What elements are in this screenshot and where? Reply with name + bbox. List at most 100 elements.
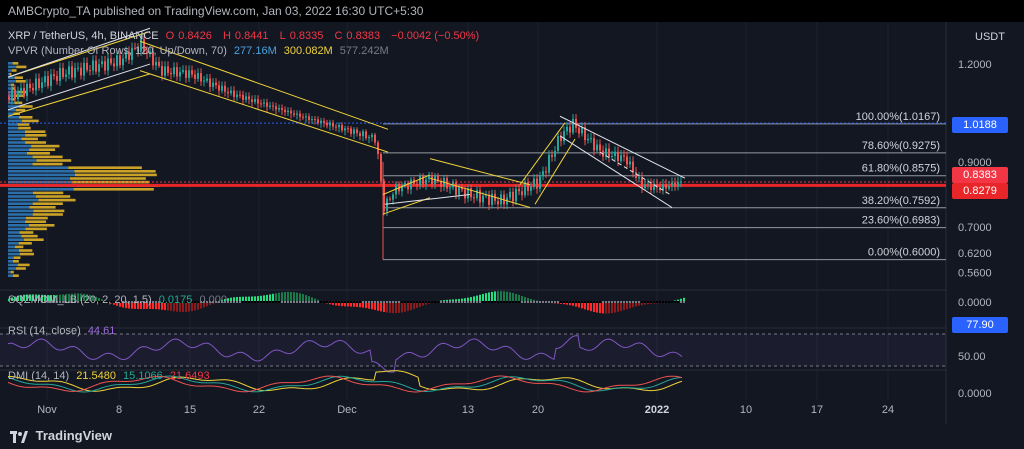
sqz-histogram-bar (608, 302, 610, 314)
vpvr-down-bar (21, 119, 39, 123)
candle-body (680, 181, 682, 183)
sqz-histogram-bar (617, 302, 619, 312)
sqz-dot (326, 301, 328, 303)
vpvr-down-bar (16, 267, 26, 270)
sqz-dot (653, 301, 655, 303)
vpvr-up-bar (8, 155, 33, 159)
vpvr-legend: VPVR (Number Of Rows, 120, Up/Down, 70) … (8, 45, 393, 57)
candle-body (635, 172, 637, 178)
price-chart[interactable]: 100.00%(1.0167) 78.60%(0.9275) 61.80%(0.85… (0, 22, 1024, 424)
vpvr-label[interactable]: VPVR (Number Of Rows, 120, Up/Down, 70) (8, 45, 227, 57)
sqz-histogram-bar (287, 291, 289, 303)
rsi-label[interactable]: RSI (14, close) (8, 325, 81, 337)
sqz-histogram-bar (371, 302, 373, 310)
sqz-label[interactable]: SQZMOM_LB (20, 2, 20, 1.5) (8, 294, 152, 306)
candle-body (302, 116, 304, 118)
tradingview-logo[interactable]: TradingView (10, 428, 112, 443)
rsi-price-tag: 77.90 (952, 317, 1008, 333)
sqz-dot (380, 301, 382, 303)
candle-body (77, 67, 79, 69)
high-value: 0.8441 (234, 30, 269, 42)
candle-body (329, 122, 331, 126)
sqz-dot (533, 301, 535, 303)
sqz-histogram-bar (368, 302, 370, 309)
vpvr-up-bar (8, 173, 75, 177)
vpvr-up-bar (8, 274, 13, 277)
candle-body (236, 94, 238, 97)
vpvr-up-bar (8, 213, 33, 216)
candle-body (206, 78, 208, 81)
sqz-dot (473, 301, 475, 303)
candle-body (203, 80, 205, 82)
vpvr-down-bar (29, 206, 56, 209)
vpvr-up-bar (8, 202, 33, 205)
sqz-dot (314, 301, 316, 303)
sqz-histogram-bar (500, 291, 502, 303)
sqz-dot (329, 301, 331, 303)
vpvr-down-bar (19, 116, 33, 119)
sqz-histogram-bar (611, 302, 613, 314)
sqz-dot (443, 301, 445, 303)
sqz-dot (647, 301, 649, 303)
candle-body (278, 108, 280, 110)
sqz-dot (536, 301, 538, 303)
sqz-dot (323, 301, 325, 303)
vpvr-down-bar (21, 137, 38, 141)
support-price-tag: 0.8279 (952, 183, 1008, 199)
open-value: 0.8426 (178, 30, 212, 42)
upper-price-tag: 1.0188 (952, 117, 1008, 133)
vpvr-up-bar (8, 267, 17, 270)
vpvr-down-bar (12, 274, 19, 277)
candle-body (284, 109, 286, 113)
sqz-dot (431, 301, 433, 303)
sqz-dot (662, 301, 664, 303)
candle-body (68, 66, 70, 75)
dmi-label[interactable]: DMI (14, 14) (8, 370, 69, 382)
sqz-dot (461, 301, 463, 303)
candle-body (572, 118, 574, 133)
sqz-dot (515, 301, 517, 303)
vpvr-up-bar (8, 119, 22, 123)
sqz-histogram-bar (494, 291, 496, 303)
candle-body (320, 120, 322, 123)
sqz-dot (248, 301, 250, 303)
vpvr-up-bar (8, 195, 37, 198)
vpvr-down-bar (24, 238, 44, 241)
sqz-dot (509, 301, 511, 303)
candle-body (638, 177, 640, 179)
vpvr-down-bar (36, 159, 72, 162)
sqz-dot (365, 301, 367, 303)
candle-body (563, 131, 565, 142)
candle-body (14, 89, 16, 100)
candle-body (581, 127, 583, 134)
vpvr-down-bar (12, 62, 19, 65)
footer: TradingView (0, 424, 1024, 449)
symbol-label[interactable]: XRP / TetherUS, 4h, BINANCE (8, 30, 159, 42)
candle-body (113, 63, 115, 67)
sqz-dot (392, 301, 394, 303)
sqz-dot (239, 301, 241, 303)
candle-body (188, 70, 190, 78)
sqz-dot (344, 301, 346, 303)
sqz-dot (650, 301, 652, 303)
sqz-histogram-bar (596, 302, 598, 313)
sqz-histogram-bar (284, 292, 286, 303)
vpvr-up-bar (8, 256, 14, 259)
sqz-histogram-bar (401, 302, 403, 313)
sqz-dot (611, 301, 613, 303)
candle-body (86, 62, 88, 71)
sqz-dot (623, 301, 625, 303)
sqz-dot (584, 301, 586, 303)
sqz-legend: SQZMOM_LB (20, 2, 20, 1.5) 0.0175 0.000 (8, 294, 231, 306)
time-axis-label: Nov (37, 404, 57, 416)
candle-body (479, 190, 481, 203)
candle-body (254, 99, 256, 102)
candle-body (230, 90, 232, 94)
sqz-dot (419, 301, 421, 303)
close-label: C (334, 30, 343, 42)
time-axis-label: 24 (882, 404, 894, 416)
sqz-dot (383, 301, 385, 303)
vpvr-up-bar (8, 116, 20, 119)
sqz-dot (425, 301, 427, 303)
candle-body (533, 178, 535, 187)
